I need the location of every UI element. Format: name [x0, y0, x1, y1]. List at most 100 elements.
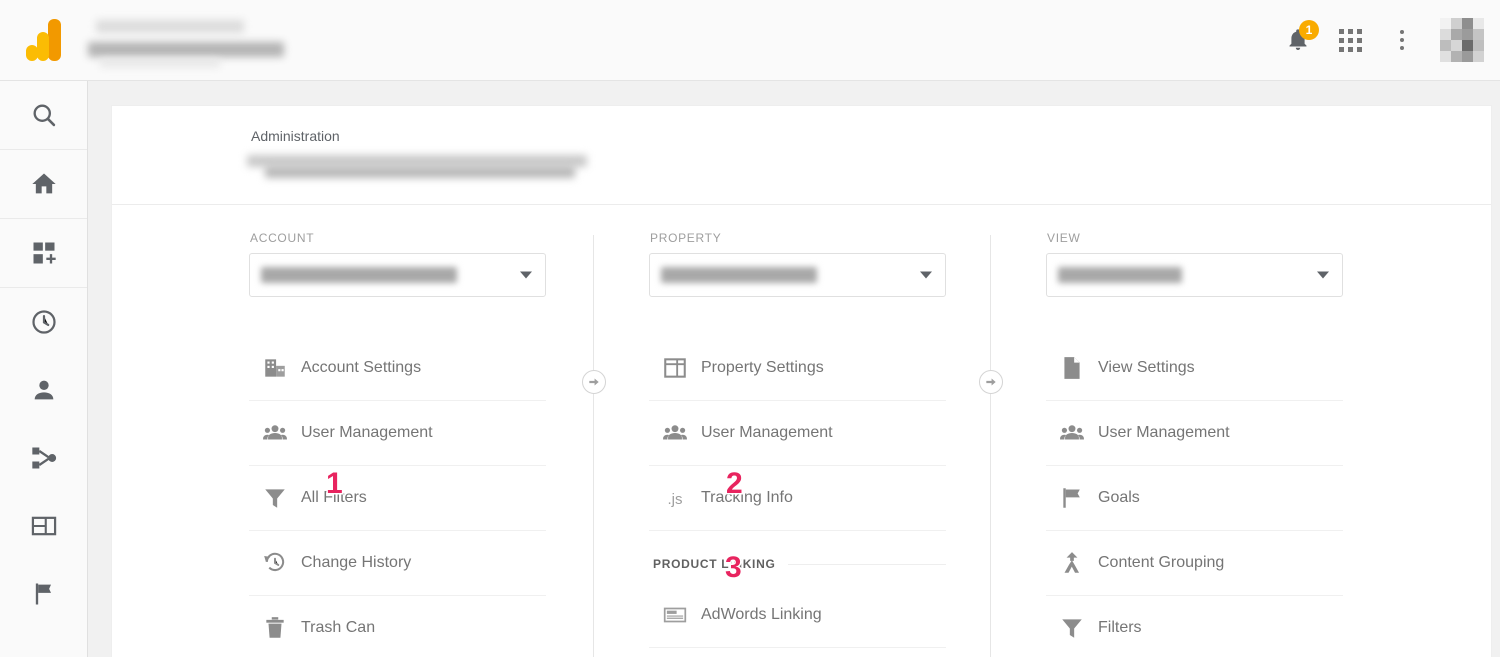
menu-item-label: Goals [1098, 489, 1140, 506]
left-nav-rail [0, 81, 88, 657]
menu-item-view-settings[interactable]: View Settings [1046, 336, 1343, 401]
apps-grid-icon [1338, 28, 1362, 52]
property-select[interactable] [649, 253, 946, 297]
property-select-value [661, 267, 817, 283]
menu-item-goals[interactable]: Goals [1046, 466, 1343, 531]
breadcrumb-blurred [247, 150, 597, 180]
building-icon [249, 355, 301, 381]
funnel-icon [1046, 615, 1098, 641]
history-icon [249, 550, 301, 576]
menu-item-filters[interactable]: Filters [1046, 596, 1343, 657]
customization-icon [33, 242, 56, 264]
notifications-button[interactable]: 1 [1274, 16, 1322, 64]
share-icon [32, 447, 57, 469]
more-vertical-icon [1400, 30, 1404, 50]
top-bar: 1 [0, 0, 1500, 81]
arrow-right-circle-icon-2[interactable] [979, 370, 1003, 394]
menu-item-content-grouping[interactable]: Content Grouping [1046, 531, 1343, 596]
js-icon: .js [649, 487, 701, 509]
sidebar-item-customization[interactable] [0, 219, 88, 287]
section-divider [787, 563, 946, 565]
column-divider-2 [990, 235, 991, 657]
people-icon [649, 420, 701, 446]
account-select-value [261, 267, 457, 283]
menu-item-label: Account Settings [301, 359, 422, 376]
sidebar-item-search[interactable] [0, 81, 88, 149]
section-label: PRODUCT LINKING [653, 557, 776, 571]
google-analytics-logo[interactable] [0, 0, 88, 81]
clock-icon [32, 310, 56, 334]
menu-item-label: User Management [1098, 424, 1230, 441]
people-icon [1046, 420, 1098, 446]
menu-item-label: User Management [301, 424, 433, 441]
property-column: PROPERTY Property Settings User Manageme… [649, 205, 949, 648]
property-menu: Property Settings User Management .js Tr… [649, 336, 946, 648]
menu-item-trash-can[interactable]: Trash Can [249, 596, 546, 657]
notification-badge: 1 [1299, 20, 1319, 40]
annotation-marker-3: 3 [724, 551, 744, 584]
arrow-right-circle-icon-1[interactable] [582, 370, 606, 394]
view-column: VIEW View Settings User Management Goals… [1046, 205, 1346, 657]
menu-item-label: View Settings [1098, 359, 1195, 376]
menu-item-view-user-management[interactable]: User Management [1046, 401, 1343, 466]
ad-card-icon [649, 602, 701, 628]
account-select[interactable] [249, 253, 546, 297]
menu-item-label: AdWords Linking [701, 606, 822, 623]
sidebar-item-home[interactable] [0, 150, 88, 218]
menu-item-account-settings[interactable]: Account Settings [249, 336, 546, 401]
page-layout-icon [649, 355, 701, 381]
apps-button[interactable] [1326, 16, 1374, 64]
menu-item-change-history[interactable]: Change History [249, 531, 546, 596]
document-icon [1046, 355, 1098, 381]
menu-item-tracking-info[interactable]: .js Tracking Info [649, 466, 946, 531]
flag-icon [35, 583, 51, 605]
menu-item-label: Trash Can [301, 619, 376, 636]
view-select[interactable] [1046, 253, 1343, 297]
admin-card: Administration 1 2 3 ACCOUNT Account Set… [111, 105, 1492, 657]
search-icon [33, 104, 56, 127]
home-icon [32, 173, 56, 194]
sidebar-item-conversions[interactable] [0, 560, 88, 628]
account-column-label: ACCOUNT [250, 231, 315, 245]
merge-icon [1046, 550, 1098, 576]
menu-item-adwords-linking[interactable]: AdWords Linking [649, 583, 946, 648]
view-column-label: VIEW [1047, 231, 1081, 245]
menu-item-label: Filters [1098, 619, 1142, 636]
account-column: ACCOUNT Account Settings User Management… [249, 205, 549, 657]
trash-icon [249, 615, 301, 641]
view-select-value [1058, 267, 1182, 283]
property-column-label: PROPERTY [650, 231, 722, 245]
menu-item-property-settings[interactable]: Property Settings [649, 336, 946, 401]
menu-item-label: Change History [301, 554, 412, 571]
sidebar-item-acquisition[interactable] [0, 424, 88, 492]
card-header: Administration [112, 106, 1491, 205]
sidebar-item-behavior[interactable] [0, 492, 88, 560]
view-menu: View Settings User Management Goals Cont… [1046, 336, 1343, 657]
people-icon [249, 420, 301, 446]
more-options-button[interactable] [1378, 16, 1426, 64]
funnel-icon [249, 485, 301, 511]
admin-columns: 1 2 3 ACCOUNT Account Settings User Mana… [112, 205, 1491, 657]
menu-item-property-user-management[interactable]: User Management [649, 401, 946, 466]
menu-item-account-user-management[interactable]: User Management [249, 401, 546, 466]
page-title: Administration [251, 128, 340, 144]
sidebar-item-realtime[interactable] [0, 288, 88, 356]
menu-item-label: Content Grouping [1098, 554, 1225, 571]
svg-text:.js: .js [668, 491, 683, 508]
account-name-blurred [88, 11, 318, 69]
menu-item-label: User Management [701, 424, 833, 441]
flag-icon [1046, 485, 1098, 511]
chevron-down-icon [920, 271, 932, 279]
product-linking-section: PRODUCT LINKING [653, 531, 946, 583]
menu-item-label: Tracking Info [701, 489, 793, 506]
menu-item-label: Property Settings [701, 359, 824, 376]
sidebar-item-audience[interactable] [0, 356, 88, 424]
layout-icon [31, 516, 57, 536]
avatar[interactable] [1440, 18, 1484, 62]
annotation-marker-2: 2 [725, 467, 745, 500]
menu-item-all-filters[interactable]: All Filters [249, 466, 546, 531]
chevron-down-icon [1317, 271, 1329, 279]
annotation-marker-1: 1 [325, 467, 345, 500]
top-bar-actions: 1 [1274, 0, 1500, 81]
analytics-admin-page: 1 Administration 1 2 3 ACCOUNT Account S… [0, 0, 1500, 657]
